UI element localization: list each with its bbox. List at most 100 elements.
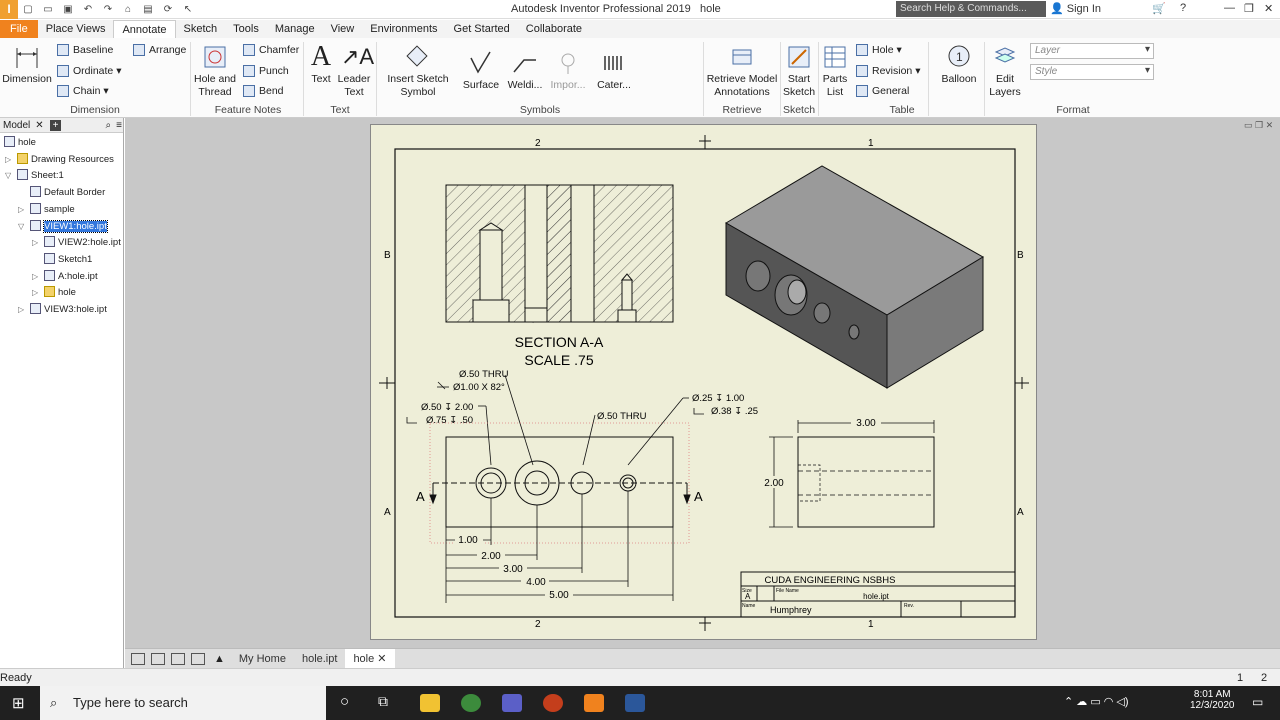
tree-node-hole-root[interactable]: hole: [4, 136, 36, 150]
cascade-icon[interactable]: [131, 652, 145, 665]
balloon-button[interactable]: 1 Balloon: [938, 44, 980, 86]
retrieve-model-annotations-button[interactable]: Retrieve Model Annotations: [706, 44, 778, 99]
doc-tab-hole[interactable]: hole ✕: [345, 648, 395, 669]
tree-node-section-a[interactable]: ▷ A:hole.ipt: [32, 270, 98, 284]
chrome-icon[interactable]: [461, 694, 481, 712]
tab-sketch[interactable]: Sketch: [176, 20, 226, 38]
doc-tab-hole-ipt[interactable]: hole.ipt: [294, 649, 345, 669]
inventor-logo-icon[interactable]: I: [0, 0, 18, 19]
revision-table-button[interactable]: Revision ▾: [856, 64, 920, 78]
chain-button[interactable]: Chain ▾: [57, 84, 109, 98]
search-icon[interactable]: ⌕: [105, 120, 111, 131]
text-button[interactable]: A Text: [306, 43, 336, 86]
insert-sketch-symbol-button[interactable]: Insert Sketch Symbol: [382, 44, 454, 99]
help-search-input[interactable]: Search Help & Commands...: [896, 1, 1046, 17]
tree-node-view3[interactable]: ▷ VIEW3:hole.ipt: [18, 303, 107, 317]
update-icon[interactable]: ⟳: [161, 4, 175, 16]
tab-file[interactable]: File: [0, 20, 38, 38]
ordinate-button[interactable]: Ordinate ▾: [57, 64, 121, 78]
save-icon[interactable]: ▣: [61, 4, 75, 16]
close-icon[interactable]: ✕: [35, 120, 43, 131]
style-combo[interactable]: Style: [1030, 64, 1154, 80]
tray-icons[interactable]: ⌃ ☁ ▭ ◠ ◁): [1064, 695, 1129, 708]
welding-button[interactable]: Weldi...: [505, 50, 545, 92]
tile-icon[interactable]: [151, 652, 165, 665]
tree-node-default-border[interactable]: Default Border: [30, 186, 105, 200]
parts-list-button[interactable]: Parts List: [820, 44, 850, 99]
new-icon[interactable]: ▢: [21, 4, 35, 16]
browser-tab-model[interactable]: Model: [0, 120, 33, 131]
tree-node-view1[interactable]: ▽ VIEW1:hole.ipt: [18, 220, 108, 234]
close-icon[interactable]: ✕: [377, 653, 386, 665]
layer-combo[interactable]: Layer: [1030, 43, 1154, 59]
print-icon[interactable]: ▤: [141, 4, 155, 16]
notifications-icon[interactable]: ▭: [1252, 695, 1263, 709]
tab-manage[interactable]: Manage: [267, 20, 323, 38]
open-icon[interactable]: ▭: [41, 4, 55, 16]
chevron-right-icon[interactable]: ▷: [5, 153, 15, 167]
chevron-right-icon[interactable]: ▷: [32, 270, 42, 284]
baseline-button[interactable]: Baseline: [57, 43, 113, 57]
task-view-icon[interactable]: ⧉: [378, 693, 388, 710]
doc-tab-my-home[interactable]: My Home: [231, 649, 294, 669]
tab-tools[interactable]: Tools: [225, 20, 267, 38]
tab-view[interactable]: View: [323, 20, 363, 38]
windows-start-icon[interactable]: ⊞: [12, 694, 25, 712]
word-icon[interactable]: [625, 694, 645, 712]
hole-table-button[interactable]: Hole ▾: [856, 43, 902, 57]
tree-node-view2[interactable]: ▷ VIEW2:hole.ipt: [32, 236, 121, 250]
undo-icon[interactable]: ↶: [81, 4, 95, 16]
vertical-icon[interactable]: [191, 652, 205, 665]
restore-icon[interactable]: ❐: [1244, 2, 1254, 15]
tab-menu-icon[interactable]: ▲: [214, 653, 225, 665]
leader-text-button[interactable]: ↗A Leader Text: [336, 44, 374, 99]
tab-environments[interactable]: Environments: [362, 20, 445, 38]
taskbar-search-input[interactable]: ⌕ Type here to search: [40, 686, 326, 720]
menu-icon[interactable]: ≡: [116, 120, 122, 131]
chevron-right-icon[interactable]: ▷: [32, 286, 42, 300]
chamfer-button[interactable]: Chamfer: [243, 43, 299, 57]
clock[interactable]: 8:01 AM 12/3/2020: [1190, 689, 1235, 711]
canvas-window-controls[interactable]: ▭ ❐ ✕: [1244, 120, 1273, 131]
punch-button[interactable]: Punch: [243, 64, 289, 78]
drawing-sheet[interactable]: 2 1 2 1 B A B A SECTION A-A SCALE .75 Ø.…: [370, 124, 1037, 640]
tree-node-hole-part[interactable]: ▷ hole: [32, 286, 76, 300]
caterpillar-button[interactable]: Cater...: [594, 50, 634, 92]
tree-node-drawing-resources[interactable]: ▷ Drawing Resources: [5, 153, 114, 167]
hole-thread-button[interactable]: Hole and Thread: [192, 44, 238, 99]
edit-layers-button[interactable]: Edit Layers: [986, 44, 1024, 99]
tree-node-sample[interactable]: ▷ sample: [18, 203, 75, 217]
cortana-icon[interactable]: ○: [340, 693, 349, 710]
start-sketch-button[interactable]: Start Sketch: [782, 44, 816, 99]
arrange-button[interactable]: Arrange: [133, 43, 186, 57]
chevron-right-icon[interactable]: ▷: [18, 303, 28, 317]
minimize-icon[interactable]: —: [1224, 2, 1235, 14]
close-icon[interactable]: ✕: [1264, 2, 1273, 15]
tab-annotate[interactable]: Annotate: [113, 20, 176, 38]
help-icon[interactable]: ?: [1180, 2, 1186, 14]
tab-collaborate[interactable]: Collaborate: [518, 20, 590, 38]
cart-icon[interactable]: 🛒: [1152, 2, 1166, 15]
general-table-button[interactable]: General: [856, 84, 909, 98]
tree-node-sketch1[interactable]: Sketch1: [44, 253, 92, 267]
tab-get-started[interactable]: Get Started: [446, 20, 518, 38]
dimension-button[interactable]: Dimension: [2, 44, 52, 86]
inventor-app-icon[interactable]: [584, 694, 604, 712]
select-icon[interactable]: ↖: [181, 4, 195, 16]
bend-button[interactable]: Bend: [243, 84, 284, 98]
tab-place-views[interactable]: Place Views: [38, 20, 114, 38]
chevron-down-icon[interactable]: ▽: [5, 169, 15, 183]
chevron-right-icon[interactable]: ▷: [18, 203, 28, 217]
file-explorer-icon[interactable]: [420, 694, 440, 712]
add-tab-icon[interactable]: +: [49, 119, 62, 131]
redo-icon[interactable]: ↷: [101, 4, 115, 16]
chevron-right-icon[interactable]: ▷: [32, 236, 42, 250]
home-icon[interactable]: ⌂: [121, 4, 135, 16]
powerpoint-icon[interactable]: [543, 694, 563, 712]
tree-node-sheet[interactable]: ▽ Sheet:1: [5, 169, 64, 183]
sign-in-link[interactable]: 👤 Sign In: [1050, 2, 1101, 15]
surface-button[interactable]: Surface: [461, 50, 501, 92]
horizontal-icon[interactable]: [171, 652, 185, 665]
import-button[interactable]: Impor...: [548, 50, 588, 92]
teams-icon[interactable]: [502, 694, 522, 712]
